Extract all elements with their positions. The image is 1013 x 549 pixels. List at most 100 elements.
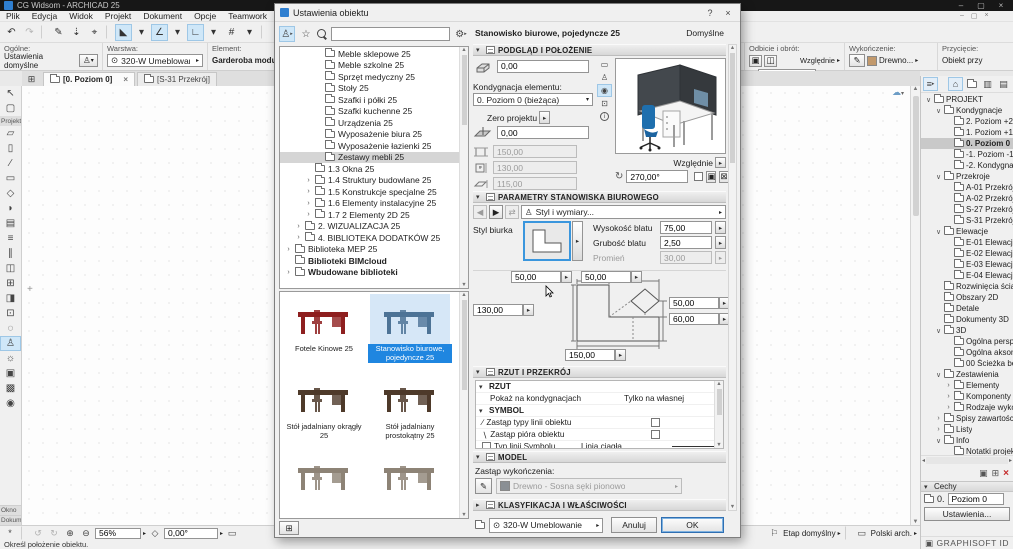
navigator-tree-item[interactable]: 00 Ścieżka bez nazw	[921, 358, 1013, 369]
library-tree-item[interactable]: Meble sklepowe 25	[280, 48, 468, 60]
zoom-level-field[interactable]	[95, 528, 141, 539]
snap-guides-menu-icon[interactable]: ▾	[205, 24, 222, 41]
object-thumbnail[interactable]	[282, 450, 366, 519]
library-tree-item[interactable]: › 2. WIZUALIZACJA 25	[280, 221, 468, 233]
grid-snap-icon[interactable]: #	[223, 24, 240, 41]
navigator-tree-item[interactable]: ∨ Elewacje	[921, 226, 1013, 237]
doc-restore-icon[interactable]: ▢	[971, 12, 978, 20]
new-viewpoint-icon[interactable]: ⊞	[992, 468, 1000, 479]
scroll-right-icon[interactable]: ▸	[1009, 457, 1012, 464]
tree-scrollbar[interactable]: ▲▼	[459, 47, 468, 288]
navigator-tree-item[interactable]: Notatki projektu	[921, 446, 1013, 455]
navigator-tree-item[interactable]: E-02 Elewacja W (M	[921, 248, 1013, 259]
rzut-subheader[interactable]: ▾RZUT	[476, 381, 723, 393]
collapse-arrow-icon[interactable]: ▾	[924, 483, 931, 491]
curtain-wall-tool[interactable]: ◫	[0, 261, 21, 276]
scroll-up-icon[interactable]: ▲	[913, 86, 919, 92]
object-thumbnail[interactable]: Stół jadalniany okrągły 25	[282, 372, 366, 448]
expand-arrow-icon[interactable]: ›	[305, 211, 312, 218]
editing-plane-menu-icon[interactable]: ▾	[169, 24, 186, 41]
slab-tool[interactable]: ▭	[0, 171, 21, 186]
navigator-tree-item[interactable]: -2. Kondygnacja	[921, 160, 1013, 171]
mirror-icon[interactable]: ▣	[749, 55, 762, 67]
dim-right2-input[interactable]	[669, 313, 719, 325]
expand-arrow-icon[interactable]: ∨	[935, 371, 942, 379]
lamp-tool[interactable]: ☼	[0, 351, 21, 366]
navigator-tree-item[interactable]: Ogólna perspektyw	[921, 336, 1013, 347]
override-linetype-checkbox[interactable]	[651, 418, 660, 427]
folder-view-icon[interactable]: ♙▸	[279, 26, 295, 42]
object-thumbnail[interactable]: Stół jadalniany prostokątny 25	[368, 372, 452, 448]
navigator-tree-item[interactable]: › Listy	[921, 424, 1013, 435]
zero-flyout-icon[interactable]: ▸	[539, 111, 550, 124]
shell-tool[interactable]: ◗	[0, 201, 21, 216]
library-tree-item[interactable]: Meble szkolne 25	[280, 60, 468, 72]
redo-icon[interactable]: ↷	[21, 24, 38, 41]
expand-arrow-icon[interactable]: ∨	[935, 107, 942, 115]
settings-panel-scrollbar[interactable]: ▲▼	[728, 44, 737, 511]
expand-arrow-icon[interactable]: ›	[945, 393, 952, 400]
renovation-icon[interactable]: ⚐	[767, 527, 781, 539]
menu-item[interactable]: Plik	[0, 11, 26, 21]
spin-icon[interactable]: ▸	[715, 236, 726, 249]
dimension-standard-icon[interactable]: ▭	[855, 527, 869, 539]
navigator-tree-item[interactable]: A-02 Przekrój (Mod	[921, 193, 1013, 204]
navigator-tree-item[interactable]: Obszary 2D	[921, 292, 1013, 303]
expand-arrow-icon[interactable]: ›	[935, 415, 942, 422]
palette-section-dokument[interactable]: Dokume	[0, 515, 21, 525]
doc-close-icon[interactable]: ×	[985, 12, 989, 20]
library-tree-item[interactable]: Sprzęt medyczny 25	[280, 71, 468, 83]
rotate-cw-icon[interactable]: ◫	[764, 55, 777, 67]
navigator-tree-item[interactable]: ∨ PROJEKT	[921, 94, 1013, 105]
beam-tool[interactable]: ∕	[0, 156, 21, 171]
expand-arrow-icon[interactable]: ∨	[925, 96, 932, 104]
menu-item[interactable]: Teamwork	[222, 11, 273, 21]
camera-tool[interactable]: ◉	[0, 396, 21, 411]
library-tree-item[interactable]: › 1.6 Elementy instalacyjne 25	[280, 198, 468, 210]
tab-close-icon[interactable]: ×	[123, 75, 128, 84]
navigator-tree-item[interactable]: ∨ Kondygnacje	[921, 105, 1013, 116]
expand-arrow-icon[interactable]: ›	[305, 188, 312, 195]
menu-item[interactable]: Opcje	[188, 11, 222, 21]
section-collapse-icon[interactable]: ▾	[476, 46, 483, 54]
story-select[interactable]: 0. Poziom 0 (bieżąca) ▾	[473, 93, 593, 106]
navigator-tree-item[interactable]: A-01 Przekrój (Mod	[921, 182, 1013, 193]
minimize-button[interactable]: –	[953, 1, 969, 10]
section-plan-section[interactable]: ▾ RZUT I PRZEKRÓJ	[473, 366, 726, 378]
desk-shape-preview[interactable]	[523, 221, 571, 261]
show-on-stories-row[interactable]: Pokaż na kondygnacjach Tylko na własnej …	[476, 393, 723, 405]
tab-poziom-0[interactable]: [0. Poziom 0] ×	[43, 72, 135, 86]
dim-top2-input[interactable]	[581, 271, 631, 283]
finish-override-icon[interactable]: ✎	[849, 54, 865, 67]
navigator-tree-item[interactable]: S-31 Przekrój (Mod	[921, 215, 1013, 226]
door-tool[interactable]: ◨	[0, 291, 21, 306]
scroll-left-icon[interactable]: ◂	[922, 457, 925, 464]
top-height-input[interactable]	[660, 221, 712, 234]
properties-header[interactable]: ▾ Cechy	[921, 481, 1013, 492]
expand-arrow-icon[interactable]: ›	[295, 234, 302, 241]
shape-flyout-icon[interactable]: ▸	[572, 221, 583, 261]
library-manager-icon[interactable]: ⊞	[279, 521, 299, 535]
view-map-icon[interactable]	[964, 77, 979, 91]
spin-icon[interactable]: ▸	[615, 349, 626, 361]
window-tool[interactable]: ⊞	[0, 276, 21, 291]
library-tree-item[interactable]: › Biblioteka MEP 25	[280, 244, 468, 256]
publisher-icon[interactable]: ▤	[996, 77, 1011, 91]
mesh-tool[interactable]: ▤	[0, 216, 21, 231]
settings-gear-icon[interactable]: ⚙▸	[453, 26, 469, 42]
navigator-tree-item[interactable]: 1. Poziom +1	[921, 127, 1013, 138]
dialog-close-button[interactable]: ×	[721, 8, 735, 18]
dim-bottom-input[interactable]	[565, 349, 615, 361]
symbol-linetype-checkbox[interactable]	[482, 442, 491, 449]
graphisoft-id-bar[interactable]: ▣ GRAPHISOFT ID	[921, 536, 1013, 549]
help-button[interactable]: ?	[703, 8, 717, 18]
menu-item[interactable]: Widok	[63, 11, 99, 21]
library-tree-item[interactable]: 1.3 Okna 25	[280, 163, 468, 175]
finish-flyout-icon[interactable]: ▸	[915, 57, 918, 64]
object-3d-preview[interactable]	[615, 58, 726, 154]
object-thumbnail[interactable]: Stanowisko biurowe, pojedyncze 25	[368, 294, 452, 370]
bottom-elevation-input[interactable]	[497, 126, 589, 139]
section-collapse-icon[interactable]: ▾	[476, 368, 483, 376]
ok-button[interactable]: OK	[661, 517, 724, 533]
doc-minimize-icon[interactable]: –	[960, 12, 964, 20]
